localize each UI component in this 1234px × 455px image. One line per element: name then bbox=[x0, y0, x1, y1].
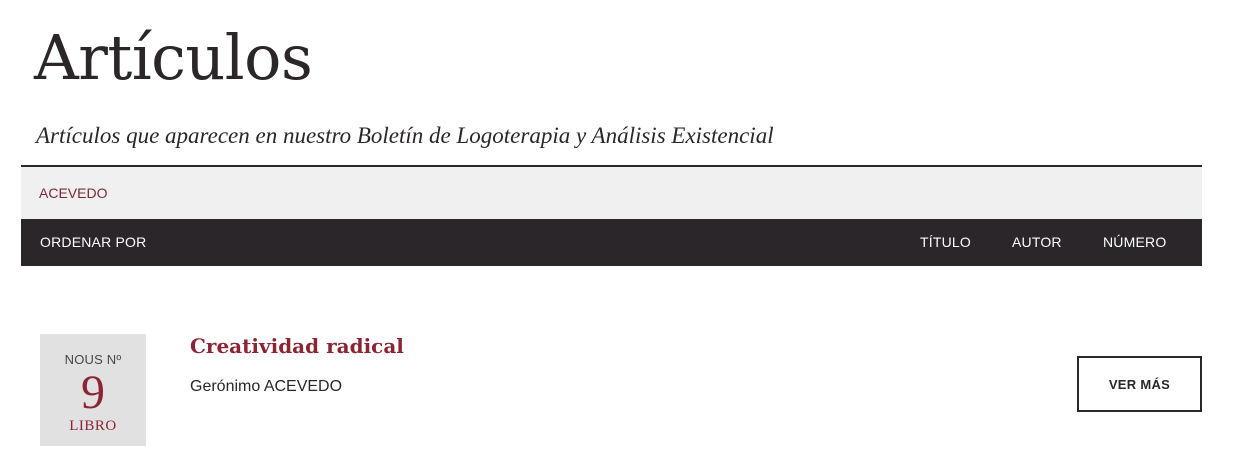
page-title: Artículos bbox=[34, 21, 313, 94]
search-input[interactable] bbox=[39, 167, 639, 219]
sort-by-author-option[interactable]: AUTOR bbox=[1012, 219, 1062, 266]
issue-label: NOUS Nº bbox=[64, 352, 122, 367]
article-author: Gerónimo ACEVEDO bbox=[190, 378, 343, 395]
sort-by-number-option[interactable]: NÚMERO bbox=[1103, 219, 1166, 266]
ver-mas-button[interactable]: VER MÁS bbox=[1077, 356, 1202, 412]
issue-badge: NOUS Nº 9 LIBRO bbox=[40, 334, 146, 446]
issue-type: LIBRO bbox=[69, 418, 117, 434]
sort-bar: ORDENAR POR TÍTULO AUTOR NÚMERO bbox=[21, 219, 1202, 266]
article-title-link[interactable]: Creatividad radical bbox=[190, 332, 404, 360]
issue-number: 9 bbox=[81, 366, 105, 419]
search-box bbox=[21, 165, 1202, 219]
sort-label: ORDENAR POR bbox=[40, 234, 147, 250]
sort-by-title-option[interactable]: TÍTULO bbox=[920, 219, 971, 266]
page-subtitle: Artículos que aparecen en nuestro Boletí… bbox=[36, 123, 774, 148]
